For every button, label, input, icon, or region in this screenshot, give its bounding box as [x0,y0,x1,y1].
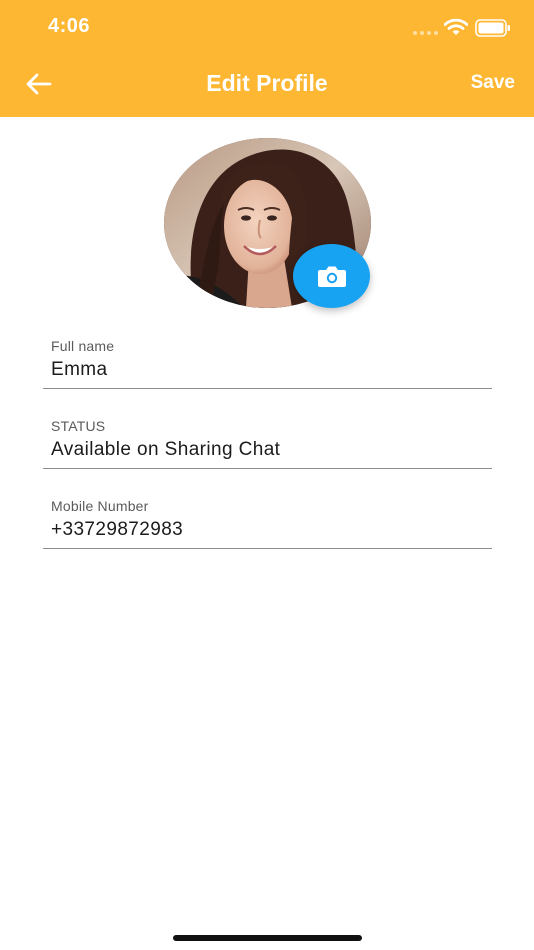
full-name-field[interactable]: Full name Emma [43,338,492,389]
toolbar: Edit Profile Save [0,52,534,117]
status-label: STATUS [51,418,106,434]
status-field[interactable]: STATUS Available on Sharing Chat [43,418,492,469]
app-bar: 4:06 Edit Profile Save [0,0,534,117]
mobile-number-field[interactable]: Mobile Number +33729872983 [43,498,492,549]
change-photo-button[interactable] [293,244,370,308]
home-indicator [173,935,362,941]
save-button[interactable]: Save [471,72,515,94]
status-time: 4:06 [48,15,91,37]
wifi-icon [444,18,468,35]
full-name-label: Full name [51,338,115,354]
profile-photo-section [164,138,371,308]
mobile-number-input[interactable]: +33729872983 [51,519,183,541]
page-title: Edit Profile [206,70,328,96]
camera-icon [317,266,346,287]
signal-icon [413,31,438,35]
status-bar: 4:06 [0,0,534,52]
mobile-number-label: Mobile Number [51,498,149,514]
full-name-input[interactable]: Emma [51,359,108,381]
status-input[interactable]: Available on Sharing Chat [51,439,280,461]
battery-icon [475,19,510,37]
